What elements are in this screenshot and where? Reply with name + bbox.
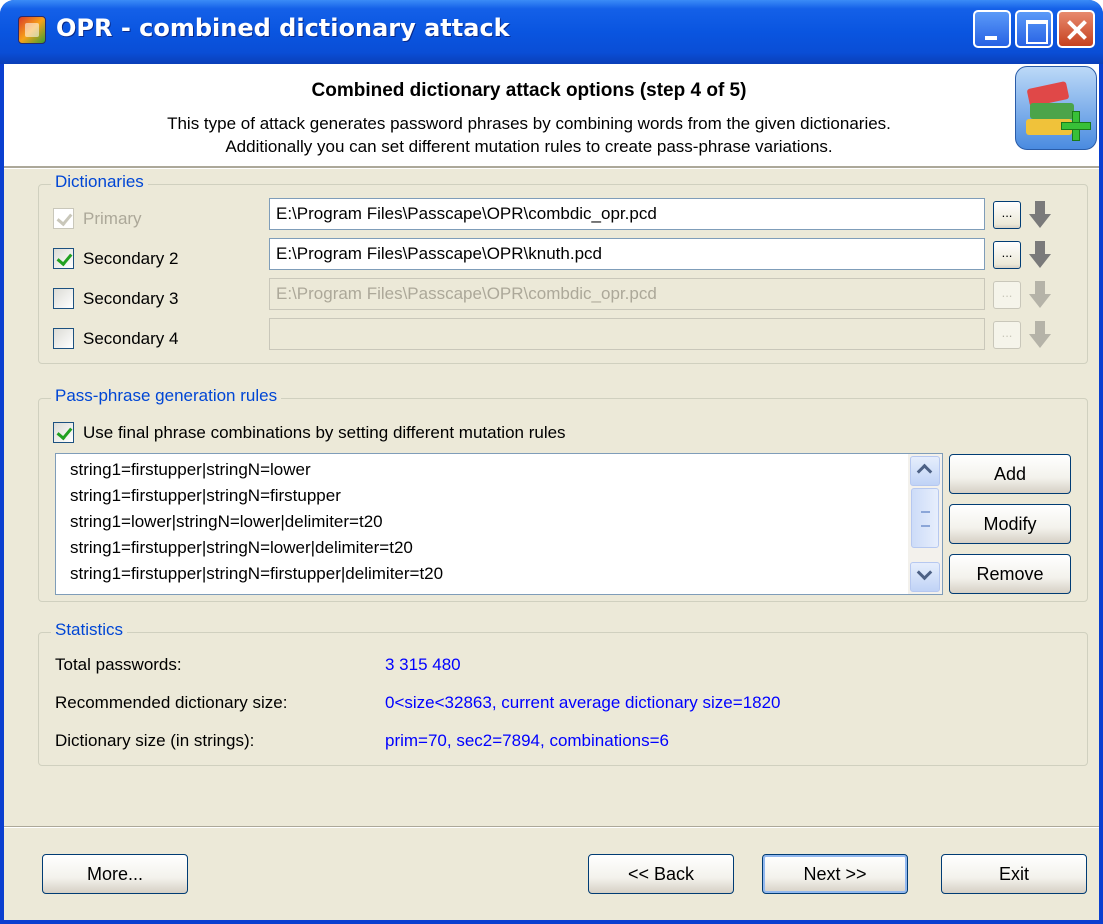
secondary4-move-down-icon <box>1029 321 1051 349</box>
secondary2-browse-button[interactable]: ... <box>993 241 1021 269</box>
rules-group: Pass-phrase generation rules Use final p… <box>38 386 1088 602</box>
app-icon <box>18 16 46 44</box>
rules-legend: Pass-phrase generation rules <box>51 386 282 406</box>
recommended-size-value: 0<size<32863, current average dictionary… <box>385 693 781 712</box>
modify-rule-button[interactable]: Modify <box>949 504 1071 544</box>
wizard-header: Combined dictionary attack options (step… <box>4 64 1099 168</box>
wizard-window: OPR - combined dictionary attack Combine… <box>0 0 1103 924</box>
secondary4-checkbox[interactable] <box>53 328 74 349</box>
dictionary-size-value: prim=70, sec2=7894, combinations=6 <box>385 731 669 750</box>
secondary3-browse-button: ... <box>993 281 1021 309</box>
statistics-legend: Statistics <box>51 620 128 640</box>
back-button[interactable]: << Back <box>588 854 734 894</box>
description-line-2: Additionally you can set different mutat… <box>225 137 833 156</box>
primary-checkbox <box>53 208 74 229</box>
list-item[interactable]: string1=firstupper|stringN=lower|delimit… <box>70 538 413 558</box>
primary-path-field[interactable]: E:\Program Files\Passcape\OPR\combdic_op… <box>269 198 985 230</box>
maximize-button[interactable] <box>1015 10 1053 48</box>
dictionary-books-icon <box>1015 66 1097 150</box>
step-title: Combined dictionary attack options (step… <box>311 80 747 101</box>
remove-rule-button[interactable]: Remove <box>949 554 1071 594</box>
primary-browse-button[interactable]: ... <box>993 201 1021 229</box>
list-item[interactable]: string1=firstupper|stringN=lower <box>70 460 311 480</box>
secondary2-path-field[interactable]: E:\Program Files\Passcape\OPR\knuth.pcd <box>269 238 985 270</box>
recommended-size-label: Recommended dictionary size: <box>55 693 288 712</box>
use-rules-label: Use final phrase combinations by setting… <box>83 423 566 442</box>
step-description: This type of attack generates password p… <box>4 112 1054 158</box>
secondary4-browse-button: ... <box>993 321 1021 349</box>
scroll-thumb[interactable] <box>911 488 939 548</box>
minimize-button[interactable] <box>973 10 1011 48</box>
dictionary-size-label: Dictionary size (in strings): <box>55 731 255 750</box>
add-rule-button[interactable]: Add <box>949 454 1071 494</box>
rules-scrollbar[interactable] <box>908 454 942 594</box>
list-item[interactable]: string1=firstupper|stringN=firstupper|de… <box>70 564 443 584</box>
total-passwords-label: Total passwords: <box>55 655 182 674</box>
more-button[interactable]: More... <box>42 854 188 894</box>
title-bar[interactable]: OPR - combined dictionary attack <box>0 0 1103 64</box>
footer-divider <box>4 826 1099 828</box>
window-title: OPR - combined dictionary attack <box>56 14 510 42</box>
use-rules-checkbox[interactable] <box>53 422 74 443</box>
primary-label: Primary <box>83 209 142 228</box>
total-passwords-value: 3 315 480 <box>385 655 461 674</box>
next-button[interactable]: Next >> <box>762 854 908 894</box>
scroll-down-icon[interactable] <box>910 562 940 592</box>
secondary2-move-down-icon[interactable] <box>1029 241 1051 269</box>
statistics-group: Statistics Total passwords: 3 315 480 Re… <box>38 620 1088 766</box>
primary-move-down-icon[interactable] <box>1029 201 1051 229</box>
description-line-1: This type of attack generates password p… <box>167 114 891 133</box>
secondary2-label: Secondary 2 <box>83 249 179 268</box>
secondary3-label: Secondary 3 <box>83 289 179 308</box>
dialog-body: Combined dictionary attack options (step… <box>4 64 1099 920</box>
secondary3-path-field: E:\Program Files\Passcape\OPR\combdic_op… <box>269 278 985 310</box>
dictionaries-group: Dictionaries Primary E:\Program Files\Pa… <box>38 172 1088 364</box>
secondary3-checkbox[interactable] <box>53 288 74 309</box>
list-item[interactable]: string1=lower|stringN=lower|delimiter=t2… <box>70 512 383 532</box>
exit-button[interactable]: Exit <box>941 854 1087 894</box>
rules-list[interactable]: string1=firstupper|stringN=lower string1… <box>55 453 943 595</box>
secondary2-checkbox[interactable] <box>53 248 74 269</box>
dictionaries-legend: Dictionaries <box>51 172 148 192</box>
secondary3-move-down-icon <box>1029 281 1051 309</box>
close-button[interactable] <box>1057 10 1095 48</box>
secondary4-path-field <box>269 318 985 350</box>
list-item[interactable]: string1=firstupper|stringN=firstupper <box>70 486 341 506</box>
secondary4-label: Secondary 4 <box>83 329 179 348</box>
scroll-up-icon[interactable] <box>910 456 940 486</box>
